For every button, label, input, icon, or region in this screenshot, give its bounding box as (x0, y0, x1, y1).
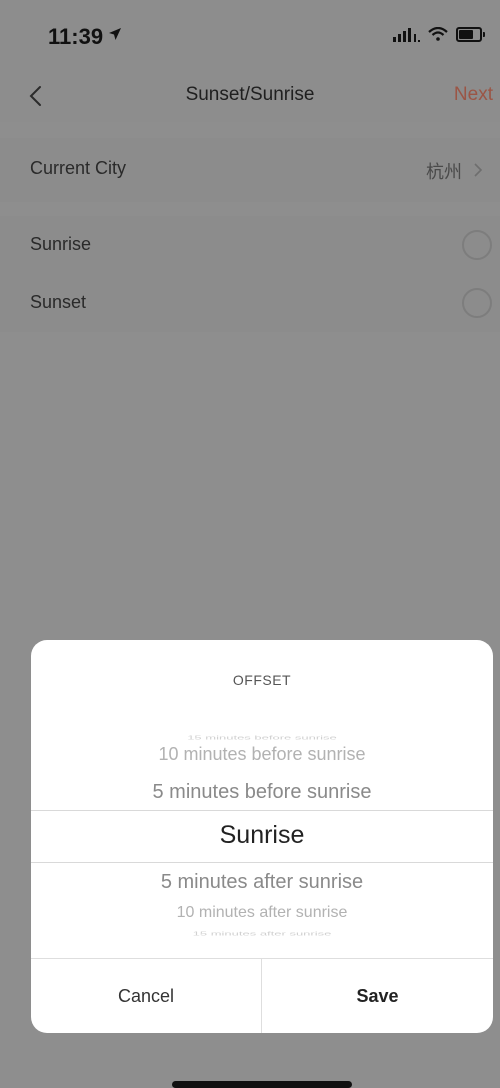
option-label: Sunset (30, 292, 87, 312)
wifi-icon (428, 27, 448, 41)
page-title: Sunset/Sunrise (185, 84, 315, 105)
battery-icon (456, 26, 485, 42)
next-button[interactable]: Next (454, 84, 493, 106)
picker-item[interactable]: 15 minutes before sunrise (31, 734, 493, 741)
current-city-label: Current City (30, 158, 127, 178)
option-row-sunrise[interactable]: Sunrise (0, 216, 500, 274)
picker-selection-line-bottom (31, 862, 493, 863)
option-label: Sunrise (30, 234, 92, 254)
status-time: 11:39 (48, 24, 104, 49)
radio-button[interactable] (462, 288, 492, 318)
home-indicator[interactable] (172, 1081, 352, 1088)
cellular-signal-icon (393, 26, 420, 42)
chevron-right-icon (474, 163, 483, 177)
radio-button[interactable] (462, 230, 492, 260)
picker-item-selected[interactable]: Sunrise (31, 821, 493, 850)
current-city-value: 杭州 (426, 162, 462, 182)
picker-item[interactable]: 5 minutes before sunrise (31, 781, 493, 804)
offset-picker-sheet: OFFSET 15 minutes before sunrise 10 minu… (31, 640, 493, 1033)
picker-selection-line-top (31, 810, 493, 811)
picker-item[interactable]: 10 minutes before sunrise (31, 744, 493, 765)
picker-item[interactable]: 10 minutes after sunrise (31, 904, 493, 922)
save-button[interactable]: Save (262, 959, 493, 1033)
picker-item[interactable]: 5 minutes after sunrise (31, 871, 493, 894)
cancel-button[interactable]: Cancel (31, 959, 261, 1033)
status-icons (393, 26, 485, 42)
picker-item[interactable]: 15 minutes after sunrise (31, 930, 493, 937)
status-bar: 11:39 (0, 0, 500, 70)
navigation-bar: Sunset/Sunrise Next (0, 70, 500, 122)
option-row-sunset[interactable]: Sunset (0, 274, 500, 332)
current-city-row[interactable]: Current City 杭州 (0, 138, 500, 202)
location-arrow-icon (108, 27, 122, 46)
picker-title: OFFSET (232, 672, 292, 688)
